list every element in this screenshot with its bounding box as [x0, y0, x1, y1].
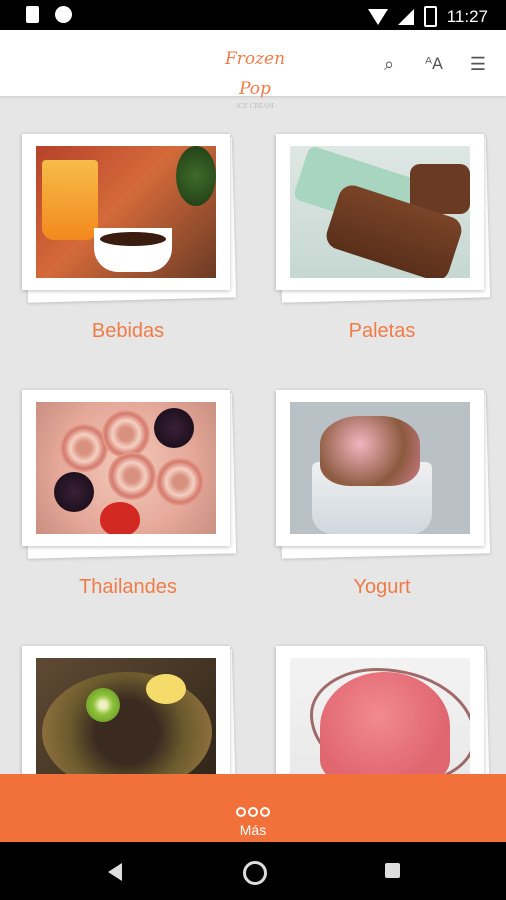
system-nav-bar — [0, 842, 506, 900]
category-label: Thailandes — [79, 576, 177, 598]
more-button[interactable]: Más — [0, 774, 506, 842]
category-label: Yogurt — [353, 576, 411, 598]
wifi-icon — [367, 8, 388, 25]
nav-back-icon[interactable] — [108, 863, 122, 881]
menu-icon[interactable]: ☰ — [467, 53, 489, 75]
font-size-icon[interactable]: ᴬA — [423, 53, 445, 75]
more-dots-icon — [0, 804, 506, 822]
more-label: Más — [239, 822, 267, 838]
category-image-bebidas — [36, 146, 216, 278]
status-bar: 11:27 — [0, 0, 506, 30]
signal-icon — [397, 8, 414, 25]
notification-circle-icon — [55, 6, 72, 23]
nav-home-icon[interactable] — [243, 861, 267, 885]
sd-card-icon — [26, 6, 39, 23]
category-image-desserts — [290, 658, 470, 774]
brand-logo[interactable]: Frozen Pop · ICE CREAM · — [210, 44, 300, 110]
category-image-yogurt — [290, 402, 470, 534]
nav-recents-icon[interactable] — [385, 863, 400, 878]
category-image-thailandes — [36, 402, 216, 534]
status-time: 11:27 — [446, 6, 488, 26]
app-header: Frozen Pop · ICE CREAM · ⌕ ᴬA ☰ — [0, 30, 506, 110]
battery-icon — [423, 6, 437, 27]
category-image-bowls — [36, 658, 216, 774]
category-image-paletas — [290, 146, 470, 278]
search-icon[interactable]: ⌕ — [378, 53, 400, 75]
logo-text: Frozen Pop — [224, 49, 286, 99]
category-label: Paletas — [348, 320, 416, 342]
category-label: Bebidas — [91, 320, 165, 342]
category-grid: Bebidas Paletas Thailandes Yogurt — [0, 96, 506, 774]
